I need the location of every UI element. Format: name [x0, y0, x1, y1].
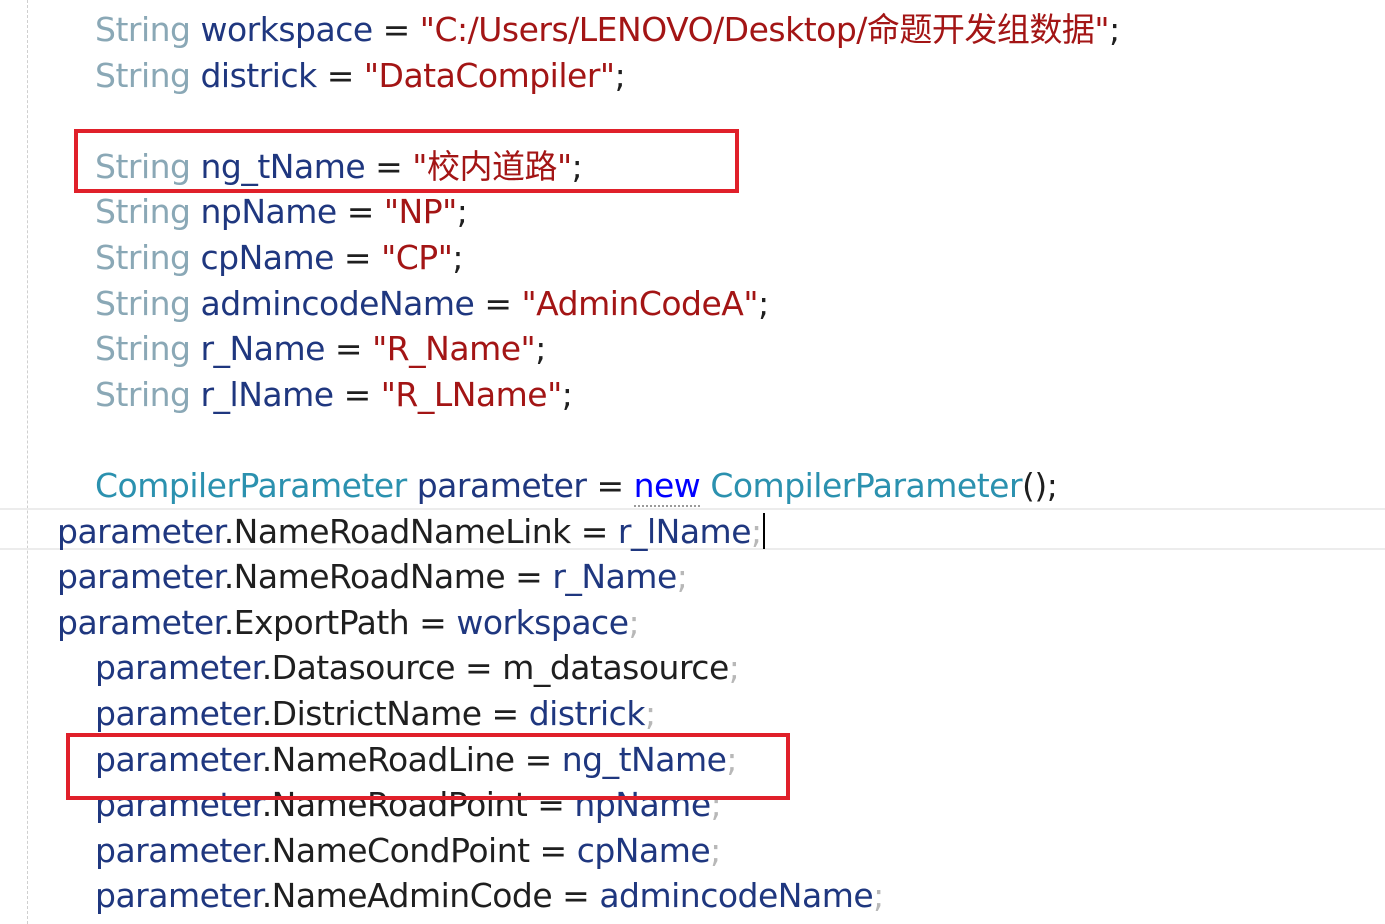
code-token: districk	[528, 694, 646, 733]
code-editor[interactable]: String workspace = "C:/Users/LENOVO/Desk…	[0, 0, 1385, 924]
code-line[interactable]: String r_lName = "R_LName";	[95, 372, 573, 417]
code-token: parameter	[57, 557, 224, 597]
code-line[interactable]: String workspace = "C:/Users/LENOVO/Desk…	[95, 7, 1120, 52]
code-token: String	[95, 10, 191, 49]
code-token: String	[95, 192, 191, 232]
code-token: String	[95, 238, 191, 277]
code-line[interactable]: String cpName = "CP";	[95, 235, 463, 280]
code-token: ;	[758, 283, 769, 323]
code-token: CompilerParameter	[710, 466, 1023, 505]
text-caret	[762, 512, 765, 549]
code-token: .NameRoadName =	[223, 557, 553, 597]
code-token: r_Name	[200, 329, 325, 369]
code-token: String	[95, 374, 191, 414]
code-token: =	[372, 10, 420, 49]
code-token: ;	[614, 55, 626, 95]
code-token: =	[336, 192, 384, 232]
code-token: =	[586, 466, 634, 505]
code-token: ;	[710, 830, 721, 870]
code-token: =	[324, 329, 373, 369]
highlight-box-ng-tname-declaration	[74, 129, 739, 193]
code-token: parameter	[95, 694, 262, 733]
code-token: parameter	[57, 511, 224, 551]
code-token: parameter	[95, 648, 262, 688]
code-token: r_lName	[617, 511, 752, 551]
highlight-box-name-road-line-assignment	[66, 733, 790, 800]
code-token: ;	[873, 876, 884, 916]
code-token: parameter	[416, 466, 587, 505]
code-token: cpName	[200, 238, 334, 277]
code-token: String	[95, 329, 191, 369]
code-token: admincodeName	[200, 283, 475, 323]
code-token: String	[95, 283, 191, 323]
code-token: workspace	[200, 10, 373, 49]
code-token: ;	[535, 329, 546, 369]
code-line[interactable]: parameter.ExportPath = workspace;	[57, 600, 640, 645]
code-token: ;	[644, 694, 656, 733]
code-token: cpName	[576, 830, 711, 870]
code-token: "AdminCodeA"	[521, 283, 759, 323]
code-token: parameter	[95, 876, 262, 916]
code-token: .ExportPath =	[223, 602, 457, 642]
code-line[interactable]: CompilerParameter parameter = new Compil…	[95, 463, 1058, 508]
code-token: =	[333, 374, 381, 414]
code-token: parameter	[57, 602, 224, 642]
code-token: districk	[200, 55, 317, 95]
code-token: .NameAdminCode =	[261, 876, 600, 916]
code-token: new	[633, 466, 701, 507]
code-token: =	[333, 238, 382, 277]
code-token: ;	[1109, 10, 1120, 49]
code-token: =	[316, 55, 364, 95]
code-token: .DistrictName =	[261, 694, 529, 733]
code-line[interactable]: String admincodeName = "AdminCodeA";	[95, 281, 769, 326]
code-token: "NP"	[383, 192, 457, 232]
code-line[interactable]: String r_Name = "R_Name";	[95, 326, 546, 371]
code-token: ;	[676, 557, 688, 597]
code-token: ;	[728, 648, 740, 688]
code-line[interactable]: String districk = "DataCompiler";	[95, 53, 626, 98]
code-token: ;	[452, 238, 464, 277]
code-token: CompilerParameter	[95, 466, 407, 505]
code-token: "R_Name"	[372, 329, 536, 369]
code-token: "C:/Users/LENOVO/Desktop/命题开发组数据"	[419, 10, 1110, 49]
code-line[interactable]: String npName = "NP";	[95, 189, 468, 234]
indent-guide	[27, 0, 28, 924]
code-token: r_Name	[552, 557, 677, 597]
code-token: ();	[1022, 466, 1058, 505]
code-token: npName	[200, 192, 337, 232]
code-token: String	[95, 55, 191, 95]
code-token: "CP"	[381, 238, 453, 277]
code-line[interactable]: parameter.NameRoadName = r_Name;	[57, 554, 688, 599]
code-token: workspace	[456, 602, 629, 642]
code-token: .NameCondPoint =	[261, 830, 577, 870]
code-line[interactable]: parameter.Datasource = m_datasource;	[95, 645, 740, 690]
code-line[interactable]: parameter.NameRoadNameLink = r_lName;	[57, 509, 765, 554]
code-token: "DataCompiler"	[363, 55, 615, 95]
code-token: r_lName	[200, 374, 334, 414]
code-token: ;	[561, 374, 573, 414]
code-token: ;	[456, 192, 468, 232]
code-token: .NameRoadNameLink =	[223, 511, 618, 551]
code-token: =	[474, 283, 522, 323]
code-line[interactable]: parameter.DistrictName = districk;	[95, 691, 656, 736]
code-token: ;	[751, 511, 762, 551]
code-line[interactable]: parameter.NameAdminCode = admincodeName;	[95, 873, 884, 918]
code-line[interactable]: parameter.NameCondPoint = cpName;	[95, 828, 721, 873]
code-token: "R_LName"	[380, 374, 563, 414]
code-token: parameter	[95, 830, 262, 870]
code-token: .Datasource = m_datasource	[261, 648, 730, 688]
code-token: admincodeName	[599, 876, 874, 916]
code-token: ;	[628, 602, 640, 642]
